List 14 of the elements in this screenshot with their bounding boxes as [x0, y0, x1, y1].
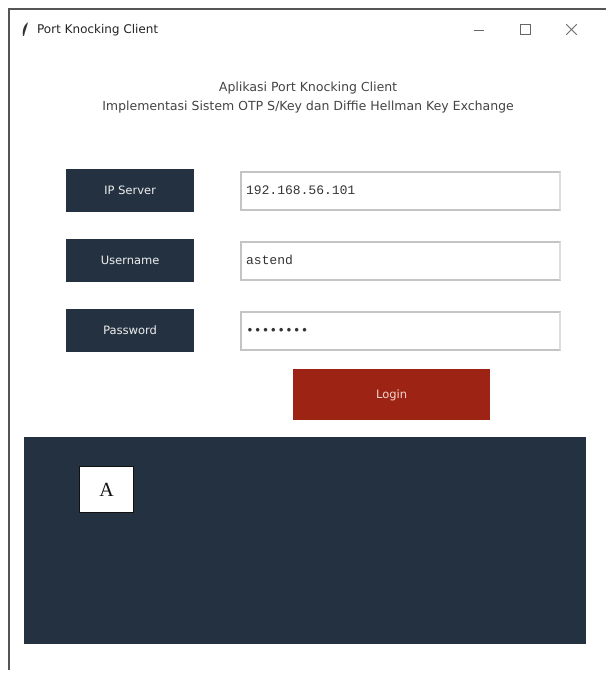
maximize-icon — [520, 24, 530, 36]
input-field[interactable]: •••••••• — [240, 310, 561, 350]
field-label: Username — [66, 239, 194, 282]
input-field[interactable]: 192.168.56.101 — [240, 170, 561, 210]
field-label: IP Server — [66, 169, 194, 212]
field-label: Password — [66, 309, 194, 352]
login-button[interactable]: Login — [293, 369, 490, 420]
heading-text: Aplikasi Port Knocking Client — [218, 78, 398, 96]
window-title: Port Knocking Client — [37, 21, 158, 38]
input-field[interactable]: astend — [240, 240, 561, 280]
annotation-label: A — [79, 466, 134, 513]
heading-text: Implementasi Sistem OTP S/Key dan Diffie Hellman Key Exchange — [101, 97, 515, 115]
close-icon — [566, 24, 576, 36]
feather-icon — [22, 22, 29, 36]
